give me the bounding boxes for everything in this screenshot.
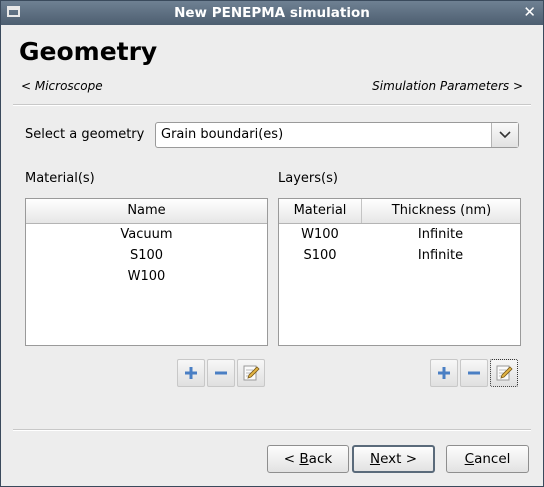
table-row[interactable]: W100: [26, 266, 267, 287]
footer-divider: [13, 429, 531, 431]
layers-label: Layers(s): [278, 171, 338, 186]
column-header-thickness[interactable]: Thickness (nm): [361, 199, 521, 223]
materials-table[interactable]: Name Vacuum S100 W100: [25, 198, 268, 346]
add-material-button[interactable]: [177, 359, 205, 387]
remove-material-button[interactable]: [207, 359, 235, 387]
material-name-cell: W100: [127, 269, 166, 284]
dialog-window: New PENEPMA simulation ✕ Geometry < Micr…: [0, 0, 544, 487]
layer-material-cell: S100: [303, 248, 337, 263]
geometry-selected-value: Grain boundari(es): [161, 127, 284, 142]
table-row[interactable]: S100 Infinite: [279, 245, 520, 266]
chevron-down-icon[interactable]: [491, 123, 518, 147]
plus-icon: [185, 367, 197, 379]
title-bar[interactable]: New PENEPMA simulation ✕: [1, 1, 543, 25]
next-button-mnemonic: N: [369, 451, 381, 467]
layer-material-cell: W100: [301, 227, 339, 242]
column-header-name[interactable]: Name: [26, 199, 267, 223]
add-layer-button[interactable]: [430, 359, 458, 387]
material-name-cell: S100: [129, 248, 164, 263]
cancel-button-label: ancel: [474, 451, 511, 467]
back-button-mnemonic: B: [299, 451, 309, 467]
minus-icon: [468, 371, 480, 375]
cancel-button-mnemonic: C: [464, 451, 475, 467]
materials-label: Material(s): [25, 171, 95, 186]
edit-icon: [496, 365, 513, 381]
window-title: New PENEPMA simulation: [174, 5, 370, 21]
next-button-label: ext >: [380, 451, 418, 467]
geometry-select[interactable]: Grain boundari(es): [155, 122, 519, 148]
plus-icon: [438, 367, 450, 379]
layers-table-header: Material Thickness (nm): [279, 199, 520, 224]
edit-icon: [243, 365, 260, 381]
back-button-label: ack: [308, 451, 333, 467]
close-icon[interactable]: ✕: [523, 3, 536, 21]
layers-toolbar: [430, 359, 520, 387]
edit-material-button[interactable]: [237, 359, 265, 387]
material-name-cell: Vacuum: [120, 227, 173, 242]
next-page-link[interactable]: Simulation Parameters >: [372, 79, 523, 93]
table-row[interactable]: S100: [26, 245, 267, 266]
table-row[interactable]: Vacuum: [26, 224, 267, 245]
layers-table[interactable]: Material Thickness (nm) W100 Infinite S1…: [278, 198, 521, 346]
edit-layer-button[interactable]: [490, 359, 518, 387]
minus-icon: [215, 371, 227, 375]
next-button[interactable]: Next >: [352, 445, 435, 473]
header-divider: [13, 104, 531, 106]
layer-thickness-cell: Infinite: [417, 248, 464, 263]
back-button-prefix: <: [283, 451, 300, 467]
geometry-label: Select a geometry: [25, 127, 145, 142]
column-header-material[interactable]: Material: [279, 199, 361, 223]
materials-table-header: Name: [26, 199, 267, 224]
back-button[interactable]: < Back: [267, 445, 349, 473]
previous-page-link[interactable]: < Microscope: [21, 79, 103, 93]
remove-layer-button[interactable]: [460, 359, 488, 387]
cancel-button[interactable]: Cancel: [446, 445, 529, 473]
materials-toolbar: [177, 359, 267, 387]
page-title: Geometry: [19, 37, 158, 66]
table-row[interactable]: W100 Infinite: [279, 224, 520, 245]
layer-thickness-cell: Infinite: [417, 227, 464, 242]
